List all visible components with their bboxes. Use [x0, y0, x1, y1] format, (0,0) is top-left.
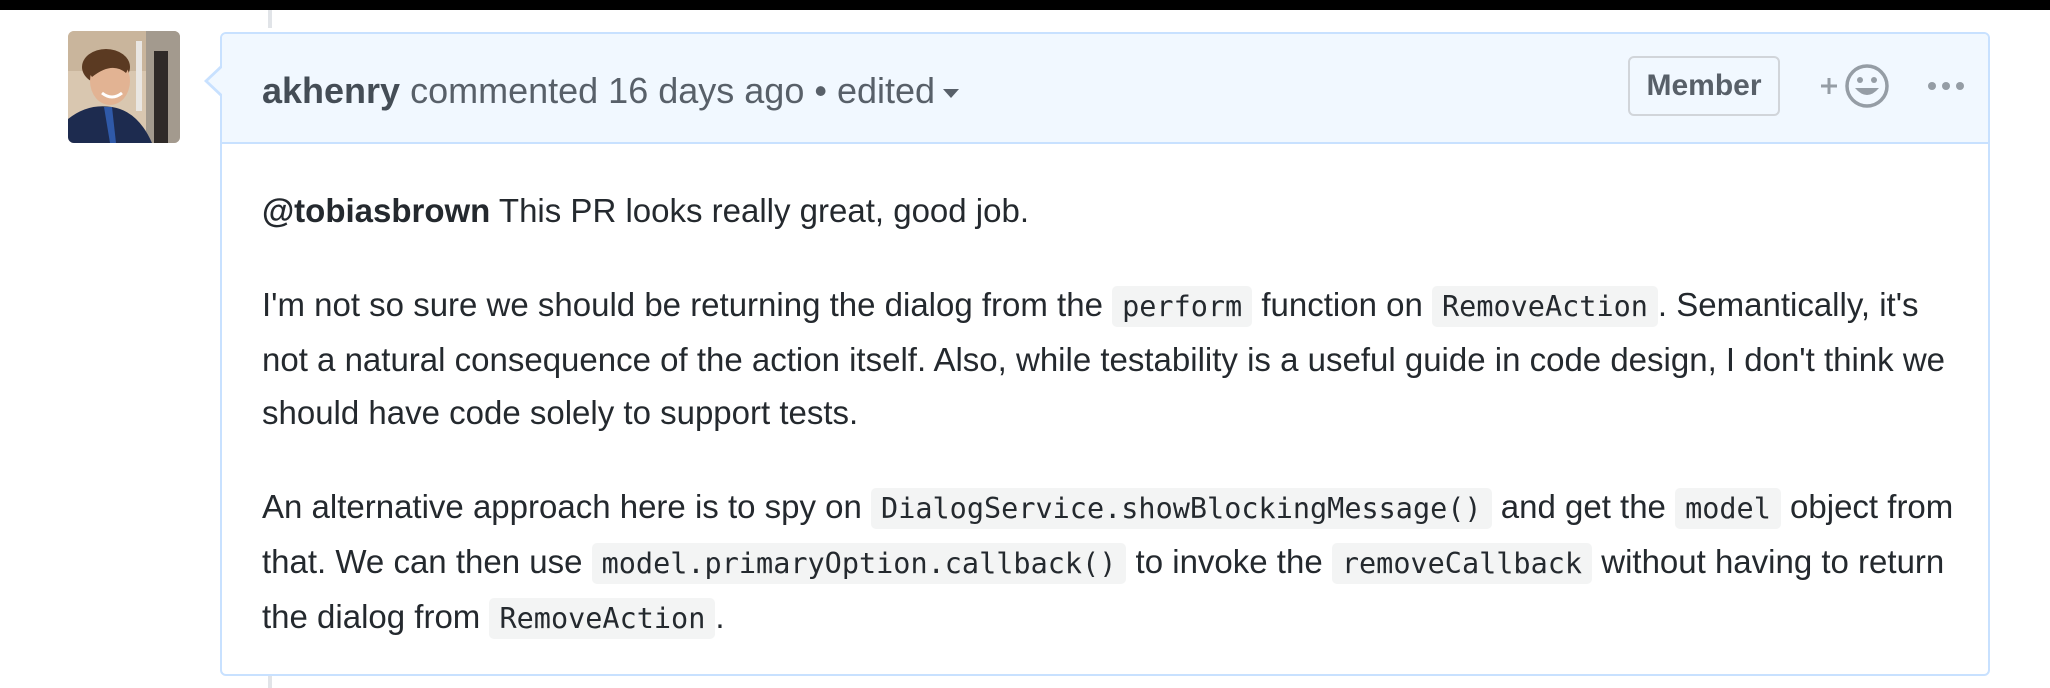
separator-dot: •: [814, 70, 827, 111]
body-text: An alternative approach here is to spy o…: [262, 488, 872, 525]
body-text: I'm not so sure we should be returning t…: [262, 286, 1113, 323]
inline-code: removeCallback: [1331, 543, 1593, 584]
inline-code: RemoveAction: [489, 598, 716, 639]
comment-box: akhenry commented 16 days ago • edited M…: [204, 32, 1990, 676]
timeline-connector: [268, 10, 272, 28]
member-badge: Member: [1628, 56, 1780, 116]
user-mention[interactable]: @tobiasbrown: [262, 192, 490, 229]
inline-code: model.primaryOption.callback(): [591, 543, 1127, 584]
comment-paragraph: I'm not so sure we should be returning t…: [262, 278, 1962, 439]
kebab-horizontal-icon: [1928, 82, 1964, 90]
inline-code: RemoveAction: [1432, 286, 1658, 327]
body-text: to invoke the: [1126, 543, 1332, 580]
body-text: function on: [1252, 286, 1433, 323]
comment-paragraph: @tobiasbrown This PR looks really great,…: [262, 184, 1962, 237]
comment-paragraph: An alternative approach here is to spy o…: [262, 480, 1962, 645]
avatar-image: [68, 31, 180, 143]
avatar[interactable]: [68, 31, 180, 143]
add-reaction-icon: [1821, 64, 1889, 108]
body-text: and get the: [1491, 488, 1676, 525]
inline-code: perform: [1112, 286, 1253, 327]
chevron-down-icon: [943, 88, 960, 98]
body-text: .: [715, 598, 725, 635]
inline-code: model: [1675, 488, 1781, 529]
more-options-button[interactable]: [1920, 64, 1972, 108]
inline-code: DialogService.showBlockingMessage(): [871, 488, 1492, 529]
edited-dropdown[interactable]: edited: [836, 70, 960, 111]
edited-label: edited: [836, 70, 936, 111]
comment-meta: akhenry commented 16 days ago • edited: [262, 70, 960, 112]
author-link[interactable]: akhenry: [262, 70, 400, 111]
comment-header: akhenry commented 16 days ago • edited M…: [222, 34, 1988, 144]
body-text: This PR looks really great, good job.: [490, 192, 1030, 229]
timeline: akhenry commented 16 days ago • edited M…: [0, 10, 2050, 688]
comment-body: @tobiasbrown This PR looks really great,…: [262, 184, 1962, 686]
comment-timestamp[interactable]: commented 16 days ago: [410, 70, 804, 111]
add-reaction-button[interactable]: [1817, 60, 1897, 112]
